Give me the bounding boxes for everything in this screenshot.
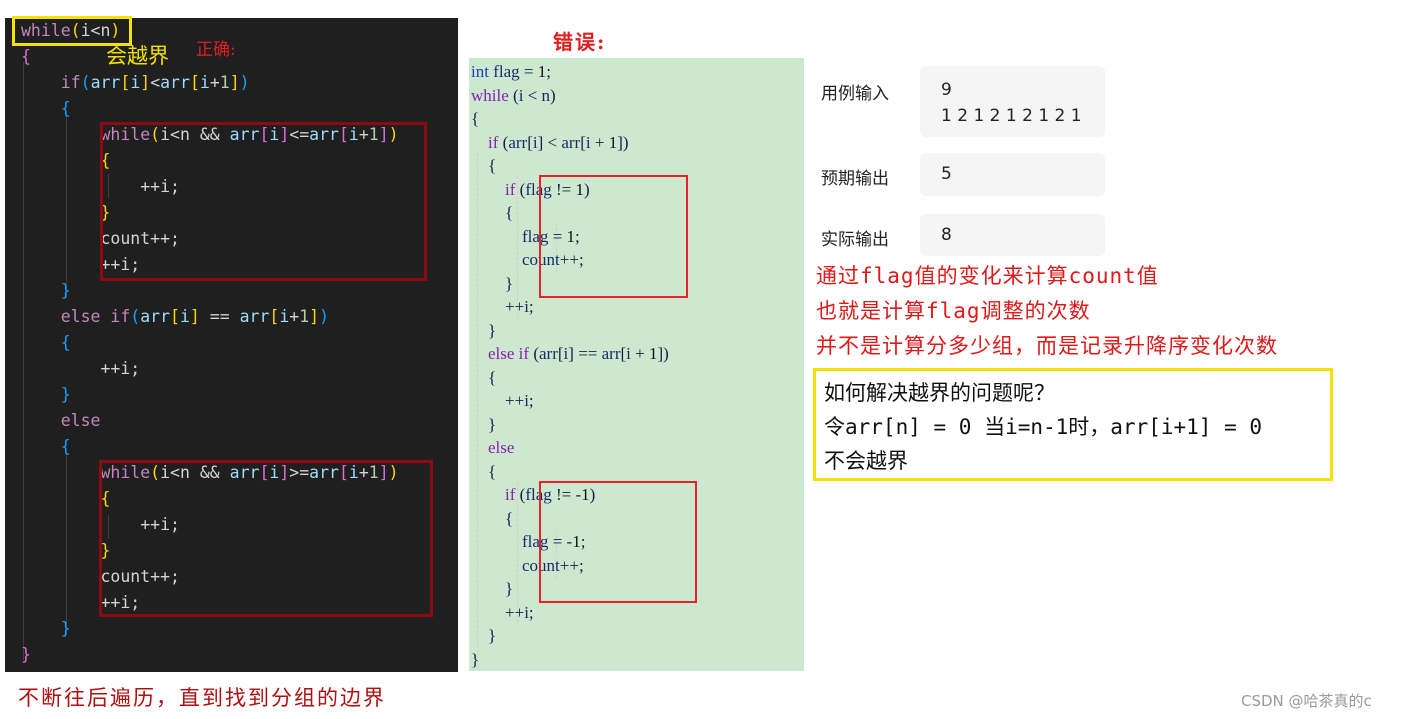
- code-line: else if(arr[i] == arr[i+1]): [60, 307, 330, 326]
- code-line: }: [100, 203, 111, 222]
- code-line: if(arr[i]<arr[i+1]): [60, 73, 250, 92]
- code-line: {: [60, 437, 71, 456]
- input-line-2: 1 2 1 2 1 2 1 2 1: [941, 106, 1082, 126]
- code-line: }: [100, 541, 111, 560]
- code-line: }: [471, 649, 480, 669]
- highlight-box-descending-loop: [99, 460, 433, 617]
- code-line: }: [471, 626, 497, 645]
- solution-question: 如何解决越界的问题呢？: [824, 381, 1055, 405]
- code-line: int flag = 1;: [471, 62, 551, 81]
- annotation-correct-label: 正确:: [196, 40, 236, 60]
- note-line-3: 并不是计算分多少组，而是记录升降序变化次数: [816, 334, 1278, 358]
- code-line: ++i;: [471, 391, 534, 410]
- code-line: }: [471, 273, 514, 293]
- solution-step: 令arr[n] = 0 当i=n-1时，arr[i+1] = 0: [824, 415, 1263, 439]
- code-line: {: [471, 367, 497, 387]
- expected-value: 5: [941, 164, 952, 184]
- code-line: {: [471, 156, 497, 175]
- code-line: {: [471, 508, 514, 528]
- input-line-1: 9: [941, 80, 952, 100]
- wrong-label: 错误:: [553, 30, 607, 54]
- code-line: }: [60, 619, 71, 638]
- input-value-box: 9 1 2 1 2 1 2 1 2 1: [920, 66, 1105, 137]
- note-line-1: 通过flag值的变化来计算count值: [816, 264, 1159, 288]
- note-line-2: 也就是计算flag调整的次数: [816, 299, 1091, 323]
- code-line: }: [471, 414, 497, 434]
- solution-result: 不会越界: [824, 449, 908, 473]
- code-line: ++i;: [21, 359, 141, 378]
- actual-value-box: 8: [920, 214, 1105, 256]
- solution-box: 如何解决越界的问题呢？ 令arr[n] = 0 当i=n-1时，arr[i+1]…: [813, 368, 1333, 481]
- code-line: ++i;: [471, 602, 534, 622]
- code-line: {: [100, 151, 111, 170]
- code-line: {: [471, 203, 514, 222]
- highlight-box-flag-up: [539, 175, 688, 298]
- code-line: while (i < n): [471, 85, 556, 105]
- annotation-overflow: 会越界: [106, 44, 169, 68]
- code-line: if (arr[i] < arr[i + 1]): [488, 132, 629, 152]
- actual-value: 8: [941, 225, 952, 245]
- highlight-box-flag-down: [539, 481, 697, 603]
- code-line: {: [100, 489, 111, 508]
- highlight-box-ascending-loop: [100, 122, 427, 281]
- code-line: }: [60, 385, 71, 404]
- code-line: }: [471, 320, 497, 340]
- code-line: else: [488, 438, 515, 457]
- code-line: }: [21, 645, 31, 664]
- code-line: ++i;: [471, 297, 534, 316]
- code-line: else if (arr[i] == arr[i + 1]): [488, 344, 669, 363]
- code-line: {: [60, 333, 71, 352]
- actual-label: 实际输出: [821, 230, 889, 250]
- code-line: {: [471, 461, 497, 481]
- code-line: {: [60, 99, 71, 118]
- input-label: 用例输入: [821, 84, 889, 104]
- expected-value-box: 5: [920, 153, 1105, 196]
- code-line: else: [60, 411, 101, 430]
- code-line: {: [21, 47, 31, 66]
- code-line: }: [60, 281, 71, 300]
- code-line: {: [471, 109, 480, 128]
- code-line: }: [471, 579, 514, 598]
- watermark: CSDN @哈茶真的c: [1241, 692, 1372, 710]
- expected-label: 预期输出: [821, 169, 889, 189]
- caption-traverse-boundary: 不断往后遍历，直到找到分组的边界: [18, 686, 386, 710]
